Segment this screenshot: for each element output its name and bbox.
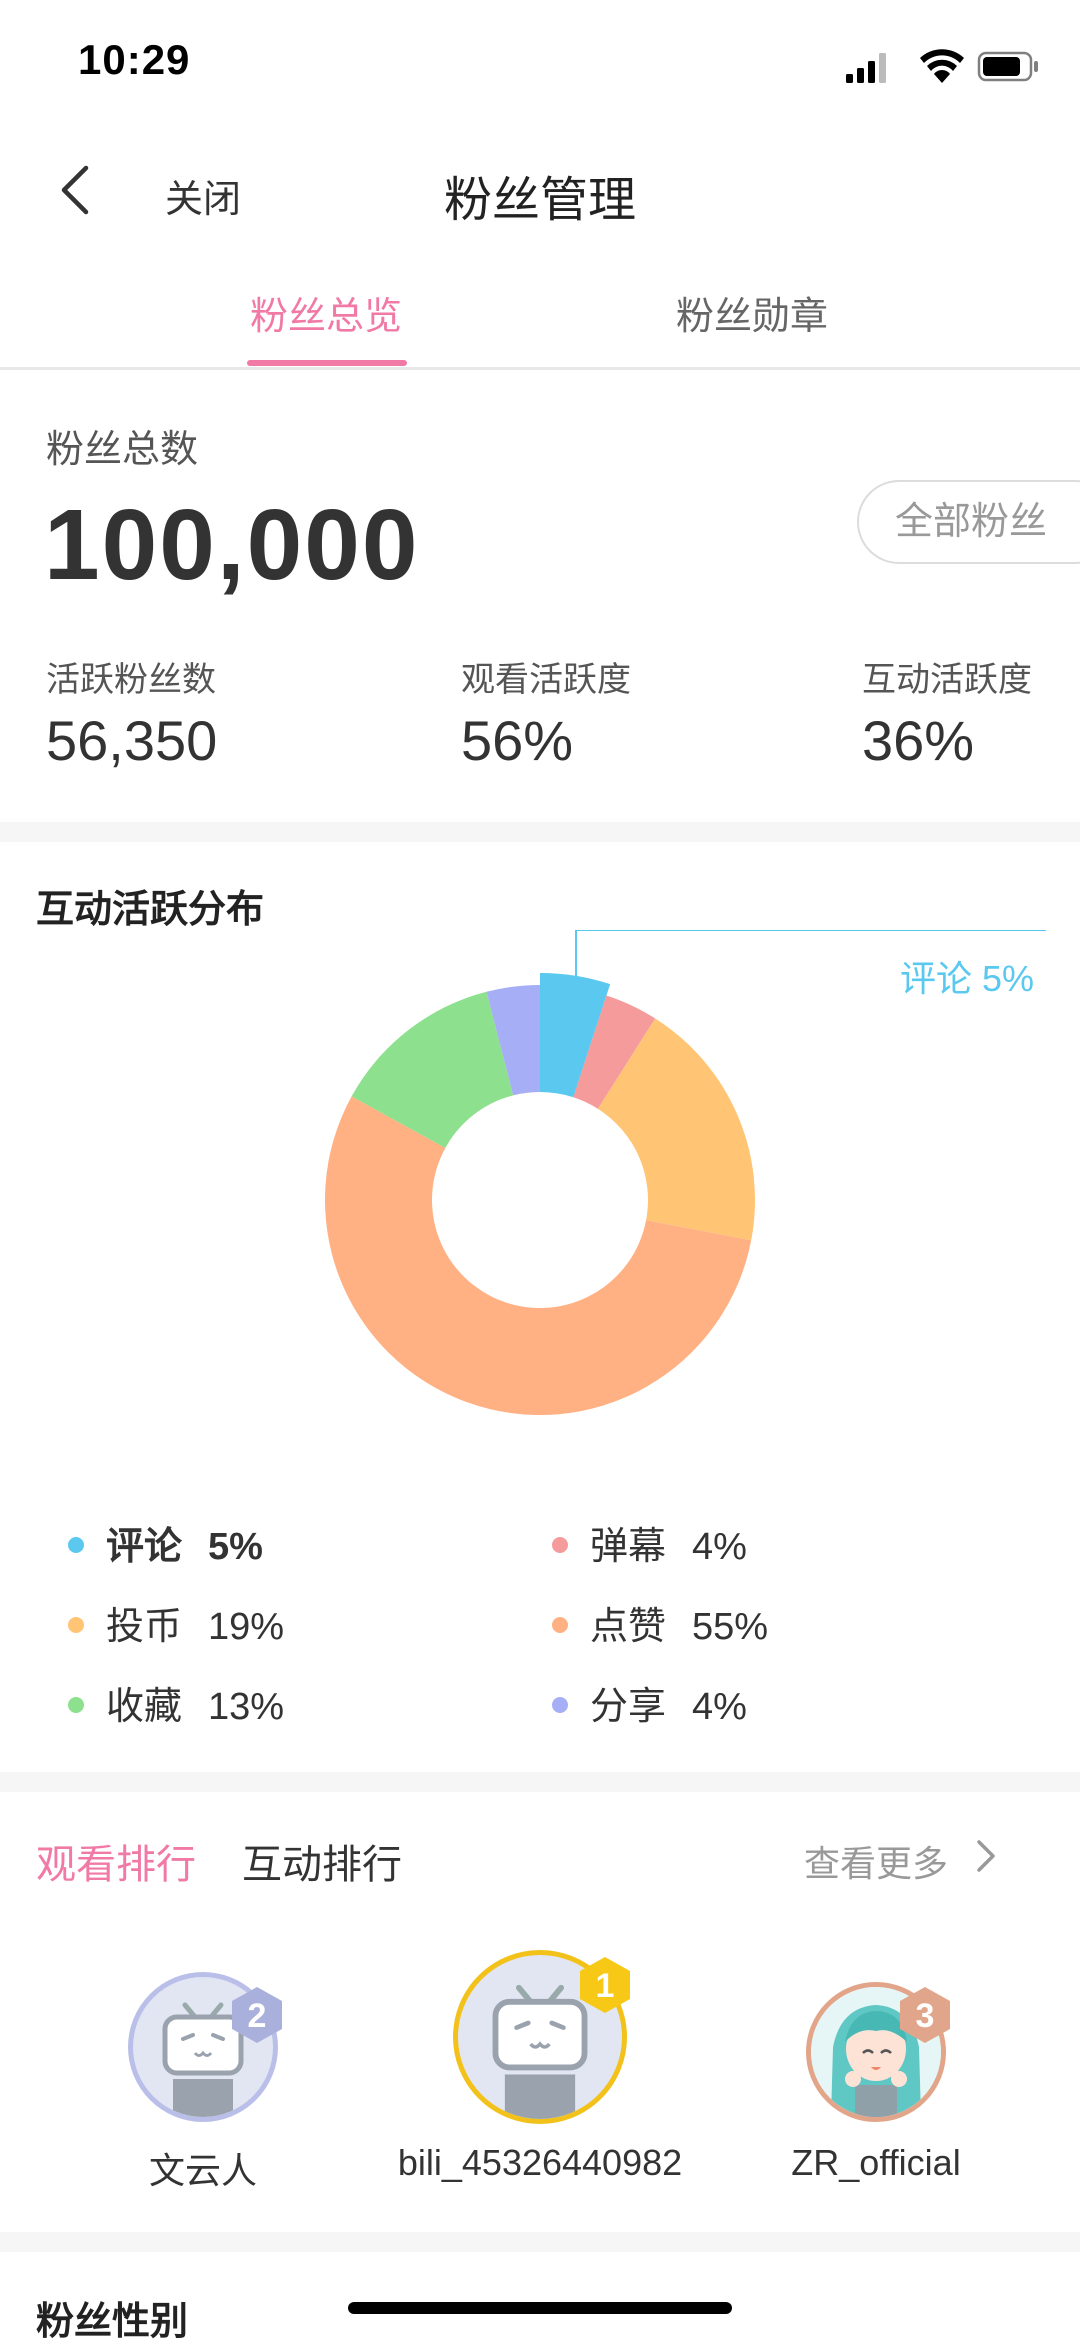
status-time: 10:29 xyxy=(78,36,191,83)
section-divider xyxy=(0,822,1080,842)
home-indicator xyxy=(348,2302,732,2314)
legend-percent: 4% xyxy=(692,1686,747,1728)
rank-2-badge-icon: 2 xyxy=(232,1987,282,2043)
fan-gender-title: 粉丝性别 xyxy=(36,2301,189,2343)
legend-dot xyxy=(552,1536,568,1553)
legend-label: 投币 xyxy=(106,1606,183,1648)
legend-item-favorites[interactable]: 收藏 13% xyxy=(68,1675,284,1730)
tab-fan-overview[interactable]: 粉丝总览 xyxy=(196,285,456,340)
rank-1-badge-icon: 1 xyxy=(580,1957,630,2013)
interaction-donut-chart[interactable] xyxy=(300,960,780,1440)
legend-percent: 5% xyxy=(208,1526,263,1568)
rank-2-name[interactable]: 文云人 xyxy=(23,2142,383,2194)
legend-label: 弹幕 xyxy=(590,1526,667,1568)
view-more-link[interactable]: 查看更多 xyxy=(804,1835,948,1887)
tab-divider xyxy=(0,367,1080,370)
rank-3-badge-icon: 3 xyxy=(900,1987,950,2043)
legend-percent: 4% xyxy=(692,1526,747,1568)
rank-1-name[interactable]: bili_45326440982 xyxy=(360,2142,720,2184)
legend-item-comment[interactable]: 评论 5% xyxy=(68,1515,263,1570)
active-fans-label: 活跃粉丝数 xyxy=(46,661,216,699)
watch-activity-label: 观看活跃度 xyxy=(461,661,631,699)
legend-item-likes[interactable]: 点赞 55% xyxy=(552,1595,768,1650)
legend-item-shares[interactable]: 分享 4% xyxy=(552,1675,747,1730)
rank-number: 3 xyxy=(916,1997,935,2035)
legend-dot xyxy=(552,1616,568,1633)
tab-watch-ranking[interactable]: 观看排行 xyxy=(36,1832,196,1890)
legend-item-coins[interactable]: 投币 19% xyxy=(68,1595,284,1650)
legend-dot xyxy=(68,1696,84,1713)
watch-activity-value: 56% xyxy=(461,709,574,772)
legend-label: 点赞 xyxy=(590,1606,667,1648)
legend-label: 评论 xyxy=(106,1526,183,1568)
legend-label: 分享 xyxy=(590,1686,667,1728)
rank-number: 2 xyxy=(248,1997,267,2035)
wifi-icon xyxy=(920,49,964,83)
legend-dot xyxy=(552,1696,568,1713)
all-fans-button[interactable]: 全部粉丝 xyxy=(857,480,1080,564)
active-tab-indicator xyxy=(247,360,407,366)
status-icons xyxy=(846,49,1038,83)
legend-dot xyxy=(68,1616,84,1633)
page-title: 粉丝管理 xyxy=(443,174,636,227)
tab-interaction-ranking[interactable]: 互动排行 xyxy=(242,1832,402,1890)
chart-callout-label: 评论 5% xyxy=(900,958,1035,999)
total-fans-label: 粉丝总数 xyxy=(46,429,199,471)
tab-fan-medal[interactable]: 粉丝勋章 xyxy=(622,285,882,340)
legend-percent: 13% xyxy=(208,1686,285,1728)
chevron-right-icon[interactable] xyxy=(975,1836,999,1876)
rank-3-name[interactable]: ZR_official xyxy=(696,2142,1056,2184)
legend-percent: 55% xyxy=(692,1606,769,1648)
battery-icon xyxy=(977,51,1038,82)
rank-number: 1 xyxy=(596,1967,615,2005)
interaction-activity-value: 36% xyxy=(862,709,975,772)
legend-item-danmaku[interactable]: 弹幕 4% xyxy=(552,1515,747,1570)
distribution-title: 互动活跃分布 xyxy=(36,889,265,931)
interaction-activity-label: 互动活跃度 xyxy=(862,661,1032,699)
legend-label: 收藏 xyxy=(106,1686,183,1728)
section-divider xyxy=(0,1772,1080,1792)
active-fans-value: 56,350 xyxy=(46,709,218,772)
legend-dot xyxy=(68,1536,84,1553)
legend-percent: 19% xyxy=(208,1606,285,1648)
section-divider xyxy=(0,2232,1080,2252)
total-fans-value: 100,000 xyxy=(44,489,420,601)
cellular-signal-icon xyxy=(846,53,886,83)
